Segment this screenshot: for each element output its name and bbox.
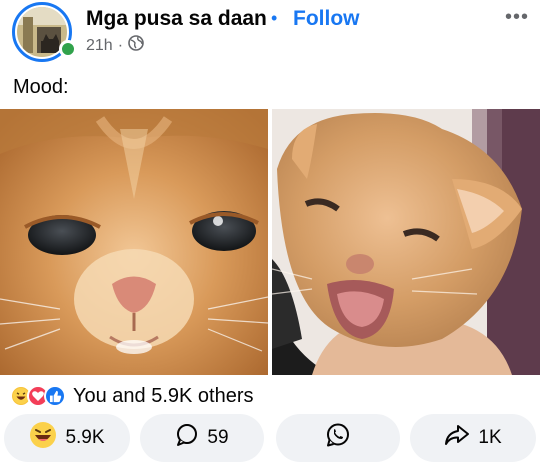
react-button[interactable]: 5.9K (4, 414, 130, 462)
reaction-summary-text: You and 5.9K others (73, 384, 254, 407)
reaction-summary[interactable]: You and 5.9K others (10, 384, 254, 408)
comment-count: 59 (207, 427, 229, 448)
post-time[interactable]: 21h (86, 37, 113, 55)
comment-icon (175, 423, 199, 453)
page-avatar[interactable] (12, 2, 77, 62)
kitten-closeup-photo[interactable] (0, 109, 268, 375)
more-options-icon[interactable]: ••• (505, 6, 529, 29)
post-meta: 21h · (86, 35, 144, 56)
reaction-count: 5.9K (65, 427, 105, 448)
page-name[interactable]: Mga pusa sa daan (86, 7, 267, 31)
share-icon (444, 423, 470, 453)
whatsapp-icon (325, 422, 351, 454)
comment-button[interactable]: 59 (140, 414, 264, 462)
online-status-dot (59, 40, 77, 58)
share-button[interactable]: 1K (410, 414, 536, 462)
follow-button[interactable]: Follow (293, 7, 360, 31)
kitten-meowing-photo[interactable] (272, 109, 540, 375)
post-header: Mga pusa sa daan • Follow 21h · ••• (0, 0, 540, 66)
whatsapp-share-button[interactable] (276, 414, 400, 462)
meta-separator: · (117, 36, 124, 54)
like-icon (44, 385, 66, 407)
post-caption: Mood: (13, 76, 69, 98)
name-separator: • (271, 8, 278, 28)
action-bar: 5.9K 59 1K (0, 414, 540, 464)
haha-icon (29, 421, 57, 455)
globe-icon (128, 35, 144, 56)
share-count: 1K (478, 427, 502, 448)
